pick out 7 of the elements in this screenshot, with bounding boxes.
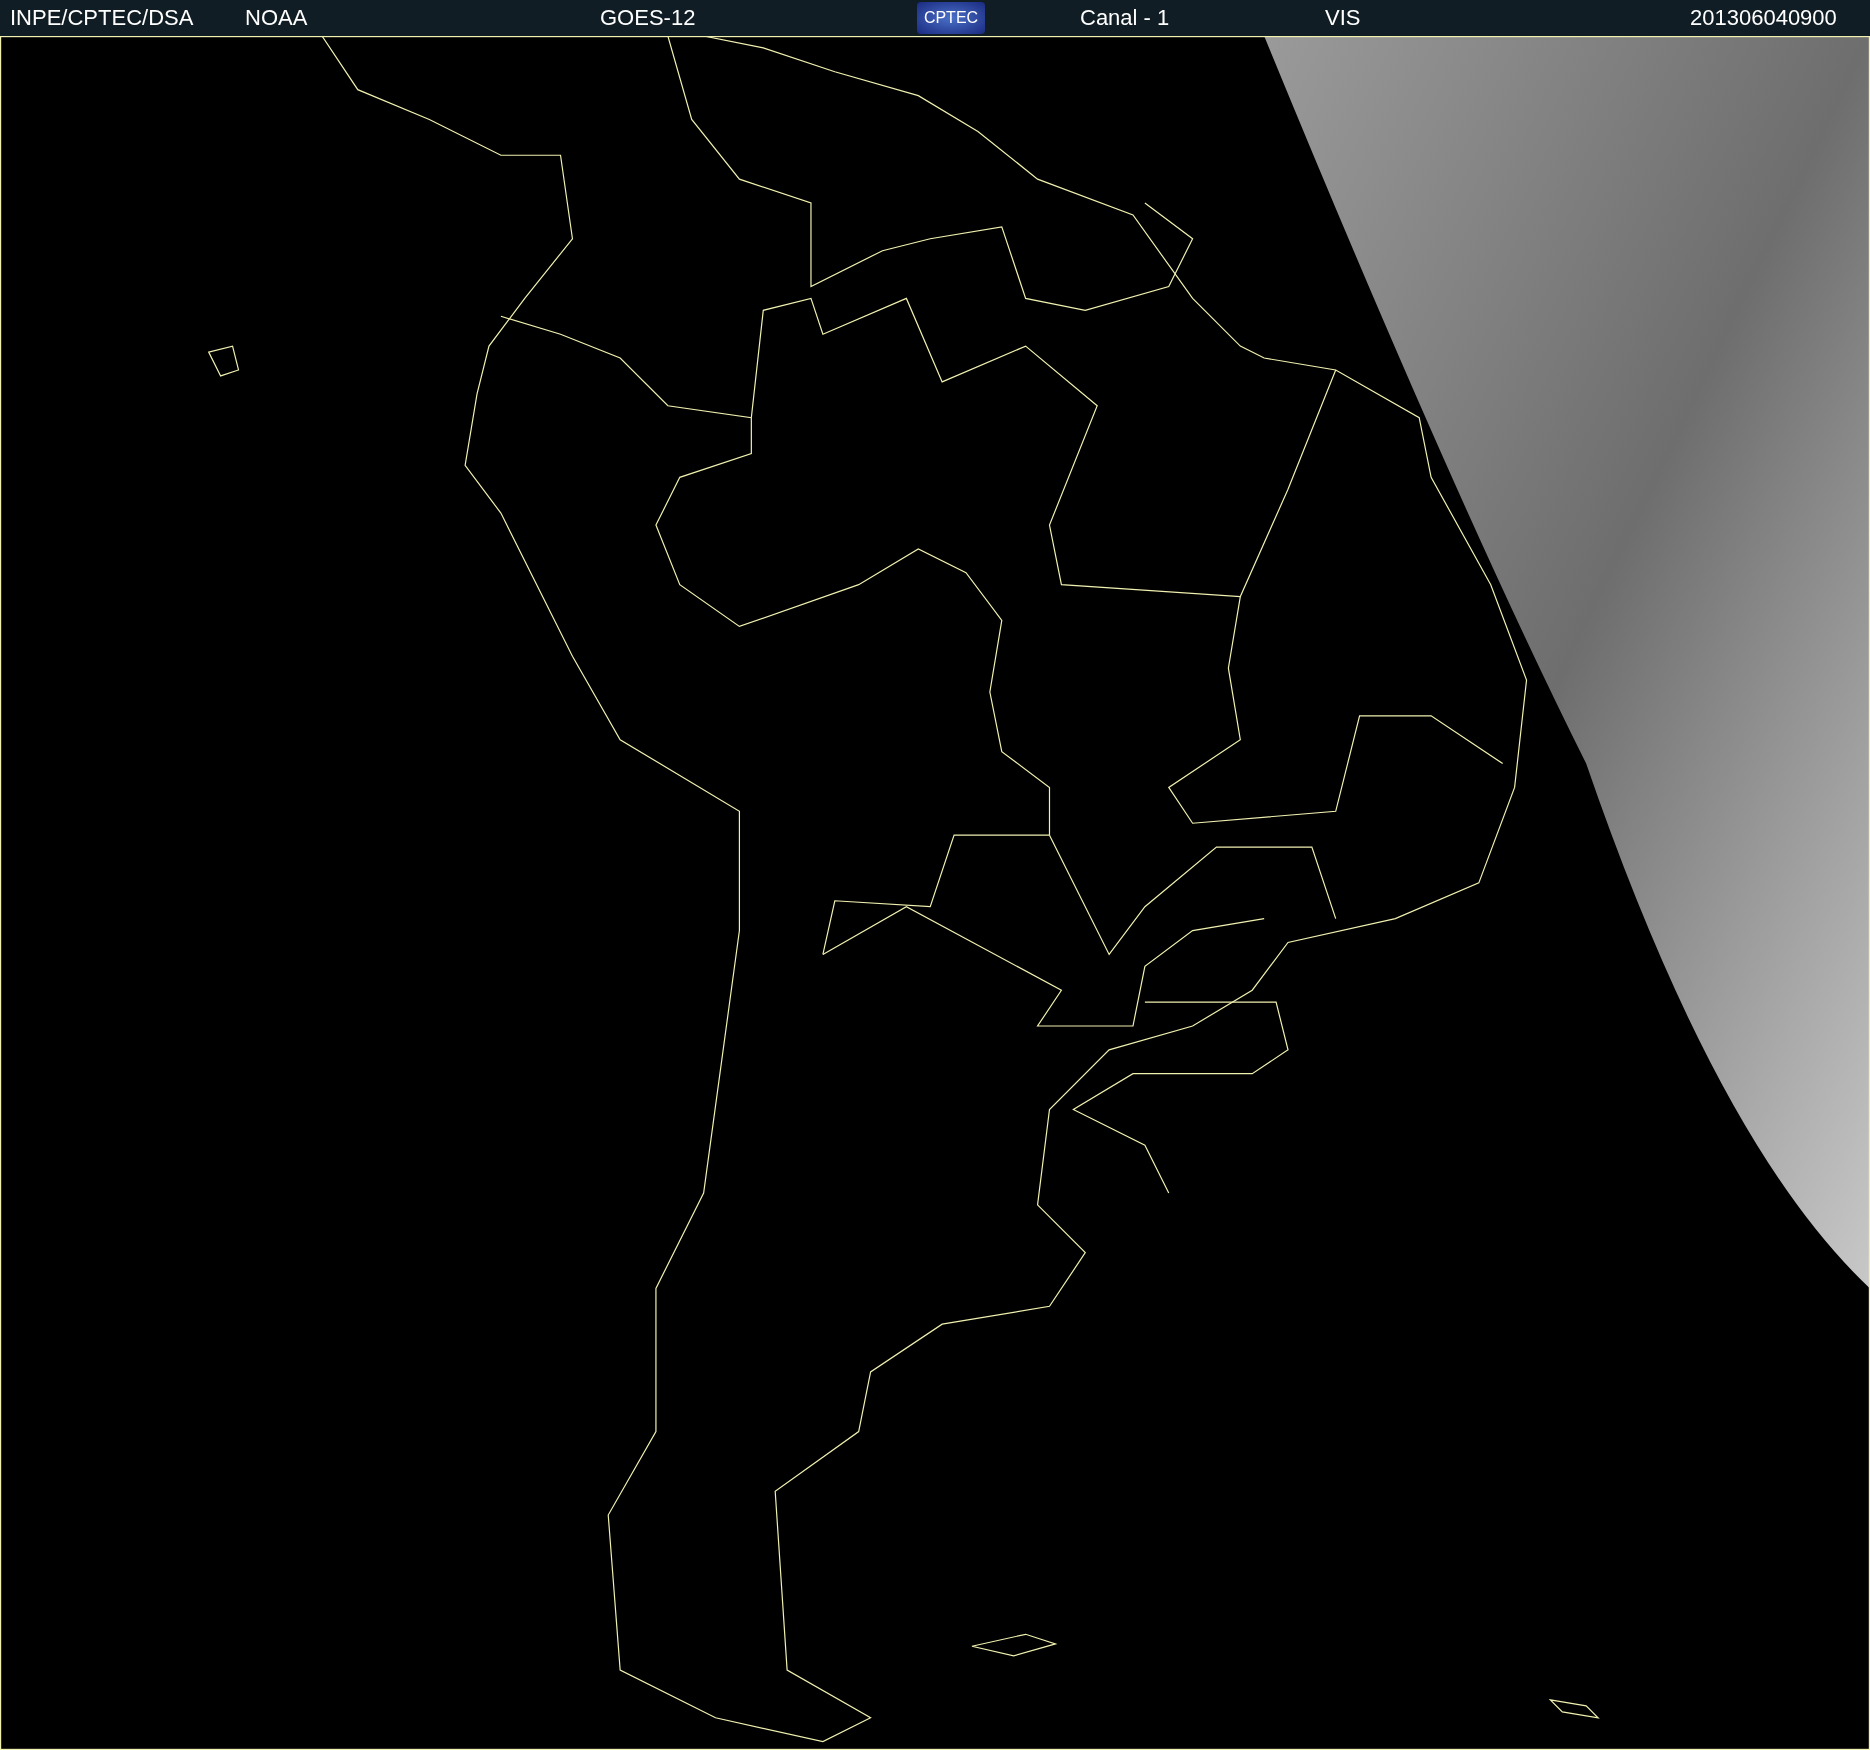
header-label: VIS [1325,5,1361,31]
header-label: NOAA [245,5,308,31]
header-label: Canal - 1 [1080,5,1170,31]
logo-badge: CPTEC [917,2,985,34]
header-label: INPE/CPTEC/DSA [10,5,194,31]
header-label: 201306040900 [1690,5,1837,31]
header-label: GOES-12 [600,5,696,31]
